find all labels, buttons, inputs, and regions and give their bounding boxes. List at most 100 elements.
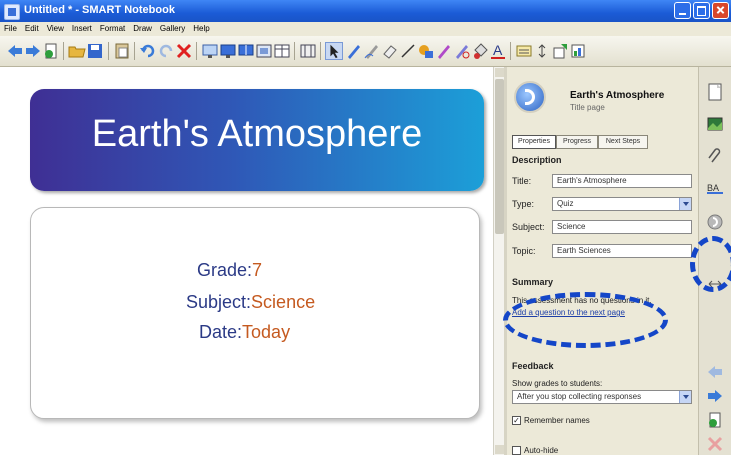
description-heading: Description [512, 155, 562, 165]
creative-pen-icon[interactable] [363, 42, 381, 60]
slide-canvas[interactable]: Earth's Atmosphere Grade:7 Subject:Scien… [0, 67, 493, 455]
full-screen-icon[interactable] [219, 42, 237, 60]
date-value: Today [242, 322, 291, 342]
gallery-icon[interactable] [706, 115, 724, 133]
show-grades-select[interactable]: After you stop collecting responses [512, 390, 692, 404]
properties-abc-icon[interactable]: BA [706, 179, 724, 197]
subject-value: Science [251, 292, 316, 312]
select-icon[interactable] [325, 42, 343, 60]
window-title: Untitled * - SMART Notebook [24, 4, 175, 16]
menu-help[interactable]: Help [189, 22, 213, 33]
forward-arrow-icon[interactable] [24, 42, 42, 60]
menu-gallery[interactable]: Gallery [156, 22, 189, 33]
scroll-up-button[interactable] [495, 68, 504, 77]
grade-line[interactable]: Grade:7 [197, 260, 262, 281]
fill-icon[interactable] [471, 42, 489, 60]
tab-progress[interactable]: Progress [556, 135, 598, 149]
redo-icon[interactable] [157, 42, 175, 60]
text-icon[interactable]: A [489, 42, 507, 60]
previous-page-icon[interactable] [706, 363, 724, 381]
feedback-heading: Feedback [512, 361, 554, 371]
show-grades-label: Show grades to students: [512, 379, 603, 388]
table-icon[interactable] [273, 42, 291, 60]
panel-splitter[interactable] [504, 67, 507, 455]
svg-text:A: A [493, 42, 503, 58]
properties-panel: Earth's Atmosphere Title page Properties… [504, 67, 698, 455]
subject-field-value: Science [557, 222, 586, 231]
next-page-icon[interactable] [706, 387, 724, 405]
title-field[interactable]: Earth's Atmosphere [552, 174, 692, 188]
more-icon[interactable] [533, 42, 551, 60]
tab-properties[interactable]: Properties [512, 135, 556, 149]
delete-page-icon[interactable] [706, 435, 724, 453]
chevron-down-icon[interactable] [679, 198, 691, 210]
title-label: Title: [512, 176, 532, 186]
menu-format[interactable]: Format [96, 22, 129, 33]
response-icon[interactable] [706, 213, 724, 231]
autohide-label: Auto-hide [524, 446, 559, 455]
highlight-annotation [503, 292, 668, 348]
add-ons-icon[interactable] [551, 42, 569, 60]
save-icon[interactable] [86, 42, 104, 60]
shapes-icon[interactable] [417, 42, 435, 60]
minimize-button[interactable] [674, 2, 691, 19]
paste-icon[interactable] [113, 42, 131, 60]
capture-icon[interactable] [255, 42, 273, 60]
subject-field[interactable]: Science [552, 220, 692, 234]
menu-edit[interactable]: Edit [21, 22, 43, 33]
menu-bar: File Edit View Insert Format Draw Gallery Help [0, 22, 731, 36]
table-icon[interactable] [299, 42, 317, 60]
type-select[interactable]: Quiz [552, 197, 692, 211]
tab-next-steps[interactable]: Next Steps [598, 135, 648, 149]
svg-text:BA: BA [707, 183, 719, 193]
dual-page-icon[interactable] [237, 42, 255, 60]
remember-names-label: Remember names [524, 416, 590, 425]
toolbar: A [0, 36, 731, 67]
panel-subtitle: Title page [570, 103, 605, 112]
scroll-down-button[interactable] [495, 445, 504, 454]
magic-pen-icon[interactable] [435, 42, 453, 60]
scroll-thumb[interactable] [495, 79, 504, 234]
pen-icon[interactable] [345, 42, 363, 60]
topic-label: Topic: [512, 246, 536, 256]
delete-icon[interactable] [175, 42, 193, 60]
subject-line[interactable]: Subject:Science [186, 292, 315, 313]
back-arrow-icon[interactable] [6, 42, 24, 60]
info-card[interactable]: Grade:7 Subject:Science Date:Today [30, 207, 480, 419]
title-banner[interactable]: Earth's Atmosphere [30, 89, 484, 191]
subject-label: Subject: [512, 222, 545, 232]
add-page-icon[interactable] [706, 411, 724, 429]
undo-icon[interactable] [139, 42, 157, 60]
title-field-value: Earth's Atmosphere [557, 176, 627, 185]
line-icon[interactable] [399, 42, 417, 60]
screen-shade-icon[interactable] [201, 42, 219, 60]
menu-file[interactable]: File [0, 22, 21, 33]
remember-names-checkbox[interactable]: ✓ [512, 416, 521, 425]
type-label: Type: [512, 199, 535, 209]
type-select-value: Quiz [557, 199, 574, 208]
open-folder-icon[interactable] [68, 42, 86, 60]
add-page-icon[interactable] [42, 42, 60, 60]
smart-notebook-icon [4, 4, 20, 20]
eraser-icon[interactable] [381, 42, 399, 60]
attachments-icon[interactable] [706, 147, 724, 165]
chevron-down-icon[interactable] [679, 391, 691, 403]
autohide-checkbox[interactable] [512, 446, 521, 455]
shape-recognition-icon[interactable] [453, 42, 471, 60]
summary-heading: Summary [512, 277, 554, 287]
topic-field[interactable]: Earth Sciences [552, 244, 692, 258]
date-line[interactable]: Date:Today [199, 322, 290, 343]
grade-label: Grade: [197, 260, 253, 280]
close-button[interactable] [712, 2, 729, 19]
properties-icon[interactable] [515, 42, 533, 60]
measure-icon[interactable] [569, 42, 587, 60]
maximize-button[interactable] [693, 2, 710, 19]
menu-draw[interactable]: Draw [129, 22, 156, 33]
subject-label: Subject: [186, 292, 252, 312]
menu-insert[interactable]: Insert [68, 22, 96, 33]
show-grades-value: After you stop collecting responses [517, 392, 642, 401]
menu-view[interactable]: View [43, 22, 68, 33]
slide-title[interactable]: Earth's Atmosphere [30, 113, 484, 156]
title-bar: Untitled * - SMART Notebook [0, 0, 731, 22]
page-sorter-icon[interactable] [706, 83, 724, 101]
